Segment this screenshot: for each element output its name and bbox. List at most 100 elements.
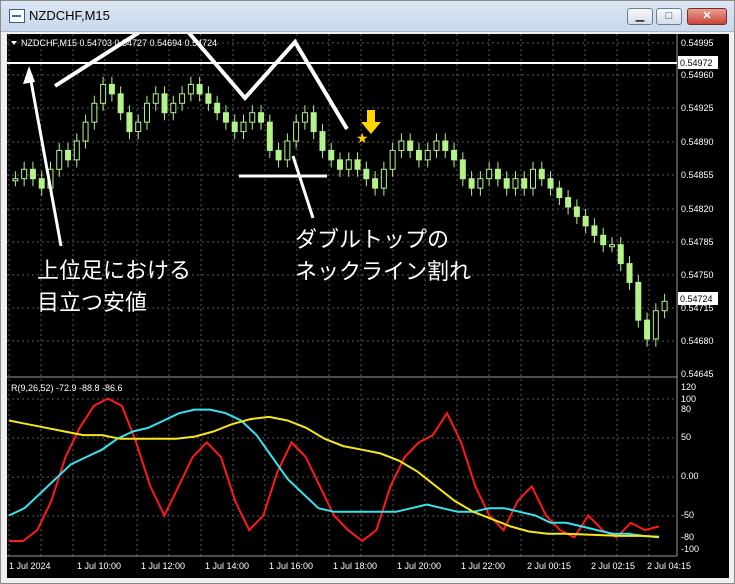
candle-body — [363, 168, 370, 180]
candle-body — [538, 168, 545, 180]
candle-body — [530, 168, 537, 189]
window-title: NZDCHF,M15 — [29, 8, 110, 23]
candle-body — [573, 206, 580, 217]
annotation-left-line1: 上位足における — [37, 259, 191, 284]
indicator-line-red — [9, 397, 660, 543]
price-axis-ticks: 0.54995 0.54960 0.54925 0.54890 0.54855 … — [681, 38, 714, 379]
candle-body — [187, 83, 194, 95]
candle-body — [661, 300, 668, 312]
candle-body — [82, 121, 89, 142]
price-tick: 0.54995 — [681, 38, 714, 48]
upper-price-label: 0.54972 — [680, 58, 713, 68]
candle-body — [258, 112, 265, 123]
candle-body — [249, 112, 256, 123]
time-tick: 2 Jul 04:15 — [647, 561, 691, 571]
candle-body — [284, 140, 291, 161]
price-tick: 0.54820 — [681, 204, 714, 214]
candle-body — [275, 149, 282, 161]
candle-body — [565, 197, 572, 208]
candle-body — [503, 178, 510, 189]
price-tick: 0.54925 — [681, 103, 714, 113]
candle-body — [328, 149, 335, 161]
candle-body — [108, 83, 115, 95]
maximize-button[interactable]: □ — [656, 8, 682, 25]
price-tick: 0.54715 — [681, 303, 714, 313]
candle-body — [521, 178, 528, 189]
annotation-left-line2: 目立つ安値 — [37, 291, 147, 316]
candle-body — [56, 149, 63, 170]
candle-body — [617, 244, 624, 265]
candle-body — [38, 178, 45, 189]
candle-body — [170, 102, 177, 114]
candle-body — [266, 121, 273, 151]
chart-canvas[interactable]: NZDCHF,M15 0.54703 0.54727 0.54694 0.547… — [7, 34, 729, 578]
candle-body — [582, 215, 589, 227]
price-tick: 0.54750 — [681, 270, 714, 280]
annotation-right-line2: ネックライン割れ — [295, 260, 471, 285]
candle-body — [293, 121, 300, 142]
candle-body — [380, 168, 387, 189]
candle-body — [100, 83, 107, 104]
candle-body — [468, 178, 475, 189]
candle-body — [644, 319, 651, 340]
candle-body — [345, 159, 352, 170]
candle-body — [442, 140, 449, 151]
candle-body — [512, 178, 519, 189]
candle-body — [143, 102, 150, 123]
candle-body — [196, 83, 203, 95]
annotation-right-line1: ダブルトップの — [295, 228, 449, 253]
candle-body — [354, 159, 361, 170]
candle-body — [494, 168, 501, 180]
close-button[interactable]: ✕ — [687, 8, 727, 25]
time-tick: 2 Jul 02:15 — [591, 561, 635, 571]
candle-body — [73, 140, 80, 161]
indicator-tick: -50 — [681, 510, 694, 520]
chart-area[interactable]: NZDCHF,M15 0.54703 0.54727 0.54694 0.547… — [7, 34, 729, 578]
time-tick: 1 Jul 22:00 — [461, 561, 505, 571]
close-icon: ✕ — [702, 10, 712, 22]
star-icon: ★ — [356, 131, 369, 147]
candle-body — [310, 112, 317, 133]
dropdown-icon[interactable] — [11, 41, 17, 45]
indicator-axis-ticks: 120 100 80 50 0.00 -50 -80 -100 — [681, 382, 699, 554]
candle-body — [415, 149, 422, 161]
indicator-tick: 80 — [681, 404, 691, 414]
indicator-lines — [8, 397, 660, 543]
candle-body — [161, 93, 168, 114]
candle-body — [29, 168, 36, 180]
candle-body — [179, 93, 186, 104]
time-tick: 1 Jul 12:00 — [141, 561, 185, 571]
title-bar[interactable]: NZDCHF,M15 ▁ □ ✕ — [1, 1, 734, 32]
time-tick: 1 Jul 2024 — [9, 561, 51, 571]
candle-body — [214, 102, 221, 114]
candle-body — [600, 234, 607, 246]
candle-body — [626, 263, 633, 283]
time-axis-ticks: 1 Jul 2024 1 Jul 10:00 1 Jul 12:00 1 Jul… — [9, 561, 691, 571]
time-tick: 1 Jul 10:00 — [77, 561, 121, 571]
candle-body — [205, 93, 212, 104]
indicator-tick: 0.00 — [681, 471, 699, 481]
time-tick: 1 Jul 14:00 — [205, 561, 249, 571]
indicator-tick: 100 — [681, 394, 696, 404]
candle-body — [21, 168, 28, 180]
candle-body — [433, 140, 440, 151]
candle-body — [486, 168, 493, 180]
price-tick: 0.54680 — [681, 336, 714, 346]
time-tick: 1 Jul 18:00 — [333, 561, 377, 571]
candle-body — [389, 149, 396, 170]
candle-body — [231, 121, 238, 133]
app-window: NZDCHF,M15 ▁ □ ✕ NZDCHF,M15 0.54703 0.54… — [0, 0, 735, 584]
minimize-button[interactable]: ▁ — [627, 8, 653, 25]
price-tick: 0.54960 — [681, 70, 714, 80]
maximize-icon: □ — [665, 10, 673, 22]
candle-body — [135, 121, 142, 133]
low-pointer-line — [27, 69, 63, 247]
price-tick: 0.54785 — [681, 237, 714, 247]
candle-body — [591, 225, 598, 236]
minimize-icon: ▁ — [635, 10, 645, 22]
indicator-tick: 120 — [681, 382, 696, 392]
chart-window-icon — [9, 9, 25, 23]
candle-body — [240, 121, 247, 133]
time-tick: 1 Jul 20:00 — [397, 561, 441, 571]
time-tick: 2 Jul 00:15 — [527, 561, 571, 571]
